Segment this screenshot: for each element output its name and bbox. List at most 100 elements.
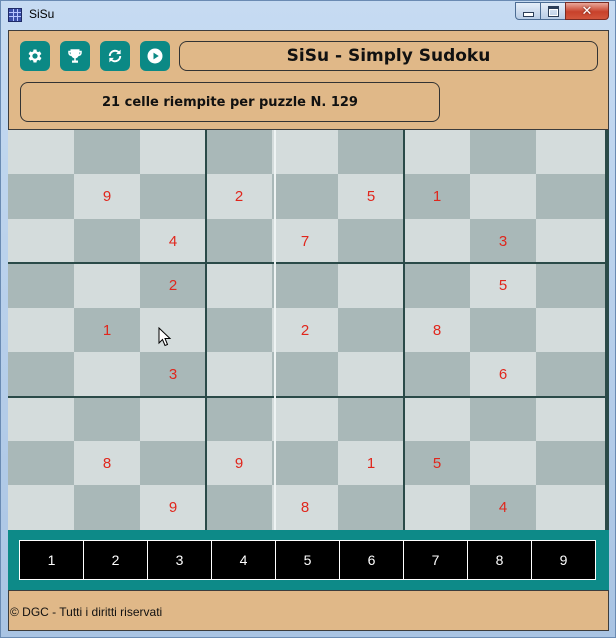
board-cell[interactable]: 4 <box>140 219 206 263</box>
board-cell[interactable]: 2 <box>140 263 206 308</box>
board-cell[interactable]: 4 <box>470 485 536 530</box>
board-cell[interactable] <box>8 397 74 441</box>
board-cell[interactable]: 5 <box>338 174 404 219</box>
board-cell[interactable]: 1 <box>74 308 140 352</box>
number-key-4[interactable]: 4 <box>212 541 276 579</box>
board-cell[interactable] <box>8 219 74 263</box>
board-cell[interactable]: 1 <box>404 174 470 219</box>
board-cell[interactable] <box>140 174 206 219</box>
number-key-5[interactable]: 5 <box>276 541 340 579</box>
number-key-9[interactable]: 9 <box>532 541 595 579</box>
board-cell[interactable]: 7 <box>272 219 338 263</box>
board-cell[interactable] <box>272 174 338 219</box>
board-cell[interactable] <box>206 130 272 174</box>
board-cell[interactable] <box>338 485 404 530</box>
board-cell[interactable]: 2 <box>206 174 272 219</box>
board-cell[interactable] <box>470 130 536 174</box>
board-cell[interactable] <box>470 397 536 441</box>
close-button[interactable]: ✕ <box>565 2 609 20</box>
board-cell[interactable] <box>8 263 74 308</box>
board-cell[interactable] <box>338 352 404 397</box>
board-cell[interactable] <box>536 174 605 219</box>
board-cell[interactable] <box>272 441 338 485</box>
board-cell[interactable]: 6 <box>470 352 536 397</box>
number-key-1[interactable]: 1 <box>20 541 84 579</box>
board-cell[interactable] <box>206 219 272 263</box>
board-cell[interactable] <box>404 485 470 530</box>
maximize-button[interactable] <box>540 2 566 20</box>
board-cell[interactable] <box>140 441 206 485</box>
board-cell[interactable] <box>8 130 74 174</box>
board-cell[interactable] <box>404 263 470 308</box>
board-cell[interactable] <box>272 397 338 441</box>
board-cell[interactable] <box>140 308 206 352</box>
board-cell[interactable] <box>206 308 272 352</box>
board-cell[interactable] <box>8 308 74 352</box>
board-cell[interactable] <box>206 397 272 441</box>
board-cell[interactable] <box>536 352 605 397</box>
board-cell[interactable]: 5 <box>404 441 470 485</box>
board-cell[interactable] <box>74 219 140 263</box>
board-cell[interactable]: 3 <box>470 219 536 263</box>
number-key-8[interactable]: 8 <box>468 541 532 579</box>
title-bar[interactable]: SiSu ✕ <box>1 1 615 29</box>
board-cell[interactable]: 8 <box>404 308 470 352</box>
board-cell[interactable] <box>404 397 470 441</box>
board-cell[interactable] <box>140 130 206 174</box>
board-cell[interactable] <box>338 263 404 308</box>
board-cell[interactable] <box>74 263 140 308</box>
board-cell[interactable] <box>536 397 605 441</box>
board-cell[interactable] <box>140 397 206 441</box>
board-cell[interactable]: 2 <box>272 308 338 352</box>
board-cell[interactable] <box>206 485 272 530</box>
board-cell[interactable] <box>536 308 605 352</box>
board-cell[interactable] <box>536 441 605 485</box>
board-cell[interactable] <box>74 485 140 530</box>
board-cell[interactable] <box>206 352 272 397</box>
board-cell[interactable] <box>272 352 338 397</box>
board-cell[interactable] <box>272 263 338 308</box>
board-cell[interactable] <box>536 219 605 263</box>
board-cell[interactable] <box>404 352 470 397</box>
board-cell[interactable] <box>470 308 536 352</box>
board-cell[interactable]: 9 <box>206 441 272 485</box>
board-cell[interactable]: 9 <box>140 485 206 530</box>
board-cell[interactable] <box>536 263 605 308</box>
number-key-6[interactable]: 6 <box>340 541 404 579</box>
minimize-button[interactable] <box>515 2 541 20</box>
board-cell[interactable] <box>338 130 404 174</box>
board-cell[interactable] <box>470 441 536 485</box>
board-cell[interactable] <box>536 130 605 174</box>
trophy-button[interactable] <box>60 41 90 71</box>
board-cell[interactable] <box>74 130 140 174</box>
board-cell[interactable] <box>404 130 470 174</box>
board-cell[interactable]: 9 <box>74 174 140 219</box>
play-button[interactable] <box>140 41 170 71</box>
board-cell[interactable] <box>74 352 140 397</box>
board-cell[interactable]: 3 <box>140 352 206 397</box>
board-cell[interactable] <box>74 397 140 441</box>
trophy-icon <box>68 49 82 63</box>
board-cell[interactable]: 5 <box>470 263 536 308</box>
board-cell[interactable] <box>404 219 470 263</box>
board-cell[interactable] <box>338 308 404 352</box>
board-cell[interactable]: 8 <box>272 485 338 530</box>
board-cell[interactable]: 1 <box>338 441 404 485</box>
board-cell[interactable] <box>8 485 74 530</box>
board-cell[interactable] <box>206 263 272 308</box>
settings-button[interactable] <box>20 41 50 71</box>
number-key-2[interactable]: 2 <box>84 541 148 579</box>
board-cell[interactable] <box>8 352 74 397</box>
refresh-button[interactable] <box>100 41 130 71</box>
board-cell[interactable] <box>470 174 536 219</box>
block-divider-vertical <box>205 130 207 530</box>
board-cell[interactable] <box>338 219 404 263</box>
board-cell[interactable] <box>8 441 74 485</box>
board-cell[interactable] <box>8 174 74 219</box>
board-cell[interactable]: 8 <box>74 441 140 485</box>
board-cell[interactable] <box>536 485 605 530</box>
number-key-7[interactable]: 7 <box>404 541 468 579</box>
board-cell[interactable] <box>338 397 404 441</box>
number-key-3[interactable]: 3 <box>148 541 212 579</box>
board-cell[interactable] <box>272 130 338 174</box>
